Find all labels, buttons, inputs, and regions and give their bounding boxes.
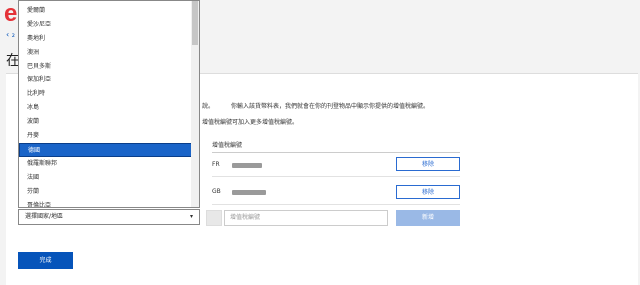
dropdown-option[interactable]: 法國 xyxy=(19,171,192,185)
country-select-placeholder: 選擇國家/地區 xyxy=(25,213,64,220)
redacted-vat-number xyxy=(232,190,266,195)
new-country-code-box xyxy=(206,210,222,226)
description-line-2: 增值稅編號可加入更多增值稅編號。 xyxy=(202,119,299,126)
dropdown-option[interactable]: 比利時 xyxy=(19,87,192,101)
chevron-down-icon: ▾ xyxy=(189,213,193,220)
vat-number-input[interactable]: 增值稅編號 xyxy=(224,210,388,226)
remove-button-fr[interactable]: 移除 xyxy=(396,157,460,171)
dropdown-option[interactable]: 愛沙尼亞 xyxy=(19,18,192,32)
description-line-1a: 說。 xyxy=(202,103,215,110)
country-select[interactable]: 選擇國家/地區 ▾ xyxy=(18,209,200,225)
dropdown-option[interactable]: 冰島 xyxy=(19,101,192,115)
dropdown-option[interactable]: 丹麥 xyxy=(19,129,192,143)
vat-column-header: 增值稅編號 xyxy=(212,140,460,153)
dropdown-option[interactable]: 澳洲 xyxy=(19,46,192,60)
back-link[interactable]: ‹ ₂ xyxy=(6,30,15,39)
dropdown-option[interactable]: □□ xyxy=(19,1,192,4)
done-button[interactable]: 完成 xyxy=(18,252,73,269)
dropdown-option[interactable]: 芬蘭 xyxy=(19,185,192,199)
ebay-logo[interactable]: e xyxy=(4,2,17,26)
redacted-vat-number xyxy=(232,163,262,168)
add-button[interactable]: 新增 xyxy=(396,210,460,226)
row-divider xyxy=(212,204,460,205)
country-code-gb: GB xyxy=(212,188,221,195)
dropdown-option[interactable]: 哥倫比亞 xyxy=(19,199,192,208)
description-line-1b: 你輸入該貨幣料表，我們就會在你的刊登物品中顯示你提供的增值稅編號。 xyxy=(231,103,430,110)
dropdown-option[interactable]: 愛爾蘭 xyxy=(19,4,192,18)
country-code-fr: FR xyxy=(212,161,220,168)
dropdown-option[interactable]: 奧地利 xyxy=(19,32,192,46)
dropdown-option[interactable]: 波蘭 xyxy=(19,115,192,129)
dropdown-option-selected[interactable]: 德國 xyxy=(19,142,192,157)
remove-button-gb[interactable]: 移除 xyxy=(396,185,460,199)
dropdown-option[interactable]: 俄羅斯聯邦 xyxy=(19,157,192,171)
scrollbar[interactable] xyxy=(191,1,199,207)
country-dropdown-list[interactable]: 哥倫比亞 芬蘭 法國 俄羅斯聯邦 德國 丹麥 波蘭 冰島 比利時 保加利亞 巴貝多斯 澳洲 奧地利 愛沙尼… xyxy=(18,0,200,208)
dropdown-option[interactable]: 保加利亞 xyxy=(19,73,192,87)
dropdown-option[interactable]: 巴貝多斯 xyxy=(19,60,192,74)
row-divider xyxy=(212,176,460,177)
scrollbar-thumb[interactable] xyxy=(192,1,198,45)
